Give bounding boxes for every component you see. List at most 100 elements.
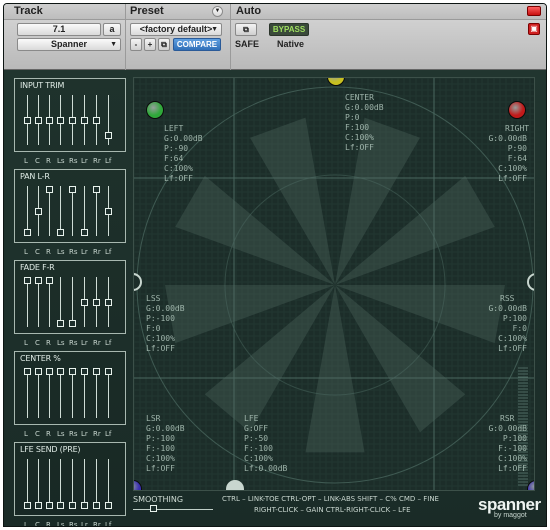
speaker-name-rsr: RSR (500, 414, 515, 423)
fader-knob-l[interactable] (24, 229, 31, 236)
preset-prev-button[interactable]: - (130, 38, 142, 51)
fader-knob-r[interactable] (46, 116, 53, 124)
fader-track[interactable] (108, 368, 109, 418)
fader-track[interactable] (72, 368, 73, 418)
track-channel-select[interactable]: a (103, 23, 121, 36)
fader-knob-ls[interactable] (57, 502, 64, 509)
speaker-params-center: G:0.00dB P:0 F:100 C:100% Lf:OFF (345, 103, 384, 152)
fader-panel-3: CENTER % (14, 351, 126, 425)
compare-button[interactable]: COMPARE (173, 38, 221, 51)
channel-label: Ls (57, 248, 65, 256)
fader-knob-c[interactable] (35, 368, 42, 375)
fader-track[interactable] (60, 368, 61, 418)
fader-knob-rs[interactable] (69, 186, 76, 193)
fader-track[interactable] (84, 368, 85, 418)
fader-knob-r[interactable] (46, 277, 53, 284)
right-speaker-handle[interactable] (508, 101, 526, 119)
fader-track[interactable] (96, 368, 97, 418)
fader-track[interactable] (49, 186, 50, 236)
speaker-params-rsr: G:0.00dB P:100 F:-100 C:100% Lf:OFF (488, 424, 527, 473)
fader-knob-rs[interactable] (69, 502, 76, 509)
fader-knob-lf[interactable] (105, 502, 112, 509)
fader-knob-c[interactable] (35, 277, 42, 284)
fader-knob-lr[interactable] (81, 298, 88, 306)
fader-track[interactable] (72, 186, 73, 236)
plugin-power-icon[interactable]: ▣ (528, 23, 540, 35)
fader-knob-rs[interactable] (69, 368, 76, 375)
fader-panel-title: LFE SEND (PRE) (20, 445, 81, 454)
channel-label: Lr (81, 339, 88, 347)
fader-knob-c[interactable] (35, 116, 42, 124)
fader-knob-rr[interactable] (93, 502, 100, 509)
fader-knob-rr[interactable] (93, 186, 100, 193)
fader-track[interactable] (27, 368, 28, 418)
channel-label: Rs (69, 248, 78, 256)
window-close-button[interactable] (527, 6, 541, 16)
channel-label: R (46, 248, 51, 256)
fader-track[interactable] (38, 277, 39, 327)
fader-knob-lf[interactable] (105, 368, 112, 375)
fader-knob-lf[interactable] (105, 131, 112, 139)
channel-label: Rr (93, 521, 101, 527)
speaker-name-center: CENTER (345, 93, 374, 102)
fader-knob-lr[interactable] (81, 502, 88, 509)
speaker-field[interactable]: LEFT G:0.00dB P:-90 F:64 C:100% Lf:OFF CEN… (133, 77, 535, 491)
fader-track[interactable] (49, 368, 50, 418)
channel-labels: L C R Ls Rs Lr Rr Lf (14, 248, 126, 258)
fader-knob-r[interactable] (46, 368, 53, 375)
fader-knob-c[interactable] (35, 502, 42, 509)
speaker-params-left: G:0.00dB P:-90 F:64 C:100% Lf:OFF (164, 134, 203, 183)
fader-track[interactable] (38, 368, 39, 418)
smoothing-slider-knob[interactable] (150, 505, 157, 512)
fader-knob-rr[interactable] (93, 298, 100, 306)
fader-knob-r[interactable] (46, 502, 53, 509)
channel-label: L (24, 521, 28, 527)
preset-next-button[interactable]: + (144, 38, 156, 51)
fader-knob-lf[interactable] (105, 298, 112, 306)
speaker-name-right: RIGHT (505, 124, 530, 133)
channel-label: Ls (57, 521, 65, 527)
lfe-speaker-handle[interactable] (226, 480, 244, 490)
fader-knob-rr[interactable] (93, 116, 100, 124)
plugin-window: Track Preset Auto ▼ 7.1 a Spanner ▼ <fact… (3, 3, 547, 527)
fader-knob-l[interactable] (24, 116, 31, 124)
fader-knob-r[interactable] (46, 186, 53, 193)
fader-track[interactable] (27, 277, 28, 327)
preset-select[interactable]: <factory default> ▼ (130, 23, 222, 36)
channel-label: L (24, 157, 28, 165)
channel-label: Rs (69, 521, 78, 527)
fader-knob-l[interactable] (24, 277, 31, 284)
fader-track[interactable] (96, 186, 97, 236)
channel-label: Lr (81, 430, 88, 438)
fader-knob-rs[interactable] (69, 116, 76, 124)
channel-label: Lf (105, 248, 112, 256)
fader-knob-lr[interactable] (81, 116, 88, 124)
fader-knob-rr[interactable] (93, 368, 100, 375)
fader-knob-l[interactable] (24, 502, 31, 509)
automation-button[interactable]: ⧉ (235, 23, 257, 36)
fader-knob-ls[interactable] (57, 116, 64, 124)
fader-knob-rs[interactable] (69, 320, 76, 327)
fader-knob-ls[interactable] (57, 229, 64, 236)
shortcut-hint-line2: RIGHT-CLICK – GAIN CTRL-RIGHT-CLICK – LF… (254, 506, 411, 514)
fader-knob-lr[interactable] (81, 229, 88, 236)
fader-panel-0: INPUT TRIM (14, 78, 126, 152)
fader-knob-ls[interactable] (57, 368, 64, 375)
fader-panel-title: CENTER % (20, 354, 61, 363)
fader-knob-ls[interactable] (57, 320, 64, 327)
bypass-button[interactable]: BYPASS (269, 23, 309, 36)
channel-label: Ls (57, 430, 65, 438)
fader-track[interactable] (49, 277, 50, 327)
fader-knob-lf[interactable] (105, 207, 112, 215)
safe-button[interactable]: SAFE (235, 39, 259, 49)
smoothing-slider-track[interactable] (133, 509, 213, 510)
fader-knob-lr[interactable] (81, 368, 88, 375)
preset-copy-button[interactable]: ⧉ (158, 38, 170, 51)
fader-knob-c[interactable] (35, 207, 42, 215)
channel-label: Lr (81, 157, 88, 165)
track-format-select[interactable]: 7.1 (17, 23, 101, 36)
preset-menu-button[interactable]: ▼ (212, 6, 223, 17)
left-speaker-handle[interactable] (146, 101, 164, 119)
fader-knob-l[interactable] (24, 368, 31, 375)
plugin-select[interactable]: Spanner ▼ (17, 38, 121, 51)
